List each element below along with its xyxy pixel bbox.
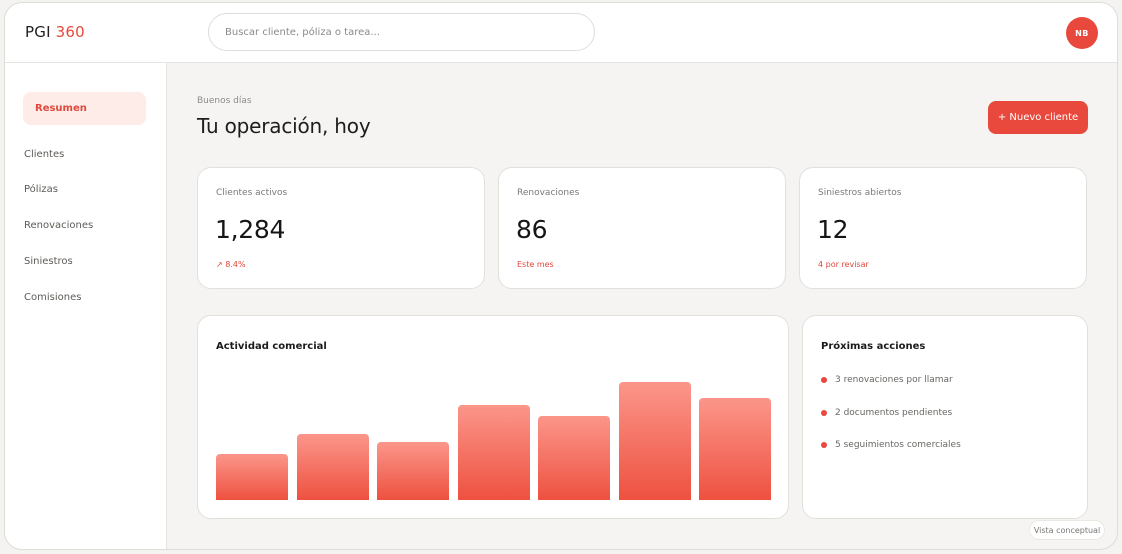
chart-bar xyxy=(538,416,610,500)
stat-trend: ↗ 8.4% xyxy=(216,260,246,269)
chart-bar xyxy=(296,434,369,500)
chart-bar xyxy=(216,454,288,500)
stat-label: Clientes activos xyxy=(216,188,288,198)
stat-value: 1,284 xyxy=(215,215,286,244)
app-logo[interactable]: PGI 360 xyxy=(25,23,85,41)
stat-card-renovaciones: Renovaciones 86 Este mes xyxy=(498,167,786,289)
action-label: 2 documentos pendientes xyxy=(835,408,953,418)
sidebar: Resumen Clientes Pólizas Renovaciones Si… xyxy=(5,63,167,549)
next-actions-card: Próximas acciones 3 renovaciones por lla… xyxy=(802,315,1088,519)
sidebar-item-comisiones[interactable]: Comisiones xyxy=(24,292,81,303)
sidebar-item-polizas[interactable]: Pólizas xyxy=(24,184,58,195)
stat-value: 86 xyxy=(516,215,548,244)
action-item[interactable]: 3 renovaciones por llamar xyxy=(821,375,953,385)
action-item[interactable]: 2 documentos pendientes xyxy=(821,408,952,418)
chart-bar xyxy=(699,398,771,500)
chart-title: Actividad comercial xyxy=(216,341,327,352)
page-title: Tu operación, hoy xyxy=(197,114,371,138)
stat-card-siniestros: Siniestros abiertos 12 4 por revisar xyxy=(799,167,1087,289)
action-item[interactable]: 5 seguimientos comerciales xyxy=(821,440,961,450)
chart-bar xyxy=(618,382,691,500)
search-input[interactable] xyxy=(225,26,594,38)
bullet-dot-icon xyxy=(821,410,827,416)
concept-view-badge: Vista conceptual xyxy=(1029,520,1105,540)
sidebar-item-renovaciones[interactable]: Renovaciones xyxy=(24,220,93,231)
next-actions-title: Próximas acciones xyxy=(821,341,926,352)
greeting: Buenos días xyxy=(197,96,252,106)
stat-label: Siniestros abiertos xyxy=(818,188,902,198)
sidebar-item-clientes[interactable]: Clientes xyxy=(24,149,64,160)
bullet-dot-icon xyxy=(821,377,827,383)
logo-accent: 360 xyxy=(55,23,85,41)
stat-subtext: Este mes xyxy=(517,260,554,269)
stat-subtext: 4 por revisar xyxy=(818,260,869,269)
new-client-button[interactable]: + Nuevo cliente xyxy=(988,101,1088,134)
action-label: 3 renovaciones por llamar xyxy=(835,375,953,385)
stat-value: 12 xyxy=(817,215,849,244)
top-bar: PGI 360 NB xyxy=(5,3,1117,63)
user-avatar[interactable]: NB xyxy=(1066,17,1098,49)
stat-card-clientes-activos: Clientes activos 1,284 ↗ 8.4% xyxy=(197,167,485,289)
chart-bar xyxy=(377,442,449,500)
sidebar-item-resumen[interactable]: Resumen xyxy=(23,92,146,125)
app-frame: PGI 360 NB Resumen Clientes Pólizas Reno… xyxy=(4,2,1118,550)
stat-label: Renovaciones xyxy=(517,188,580,198)
bullet-dot-icon xyxy=(821,442,827,448)
action-label: 5 seguimientos comerciales xyxy=(835,440,961,450)
sidebar-item-siniestros[interactable]: Siniestros xyxy=(24,256,73,267)
activity-chart-card: Actividad comercial xyxy=(197,315,789,519)
search-bar[interactable] xyxy=(208,13,595,51)
logo-text: PGI xyxy=(25,23,51,41)
chart-bar xyxy=(457,405,530,500)
